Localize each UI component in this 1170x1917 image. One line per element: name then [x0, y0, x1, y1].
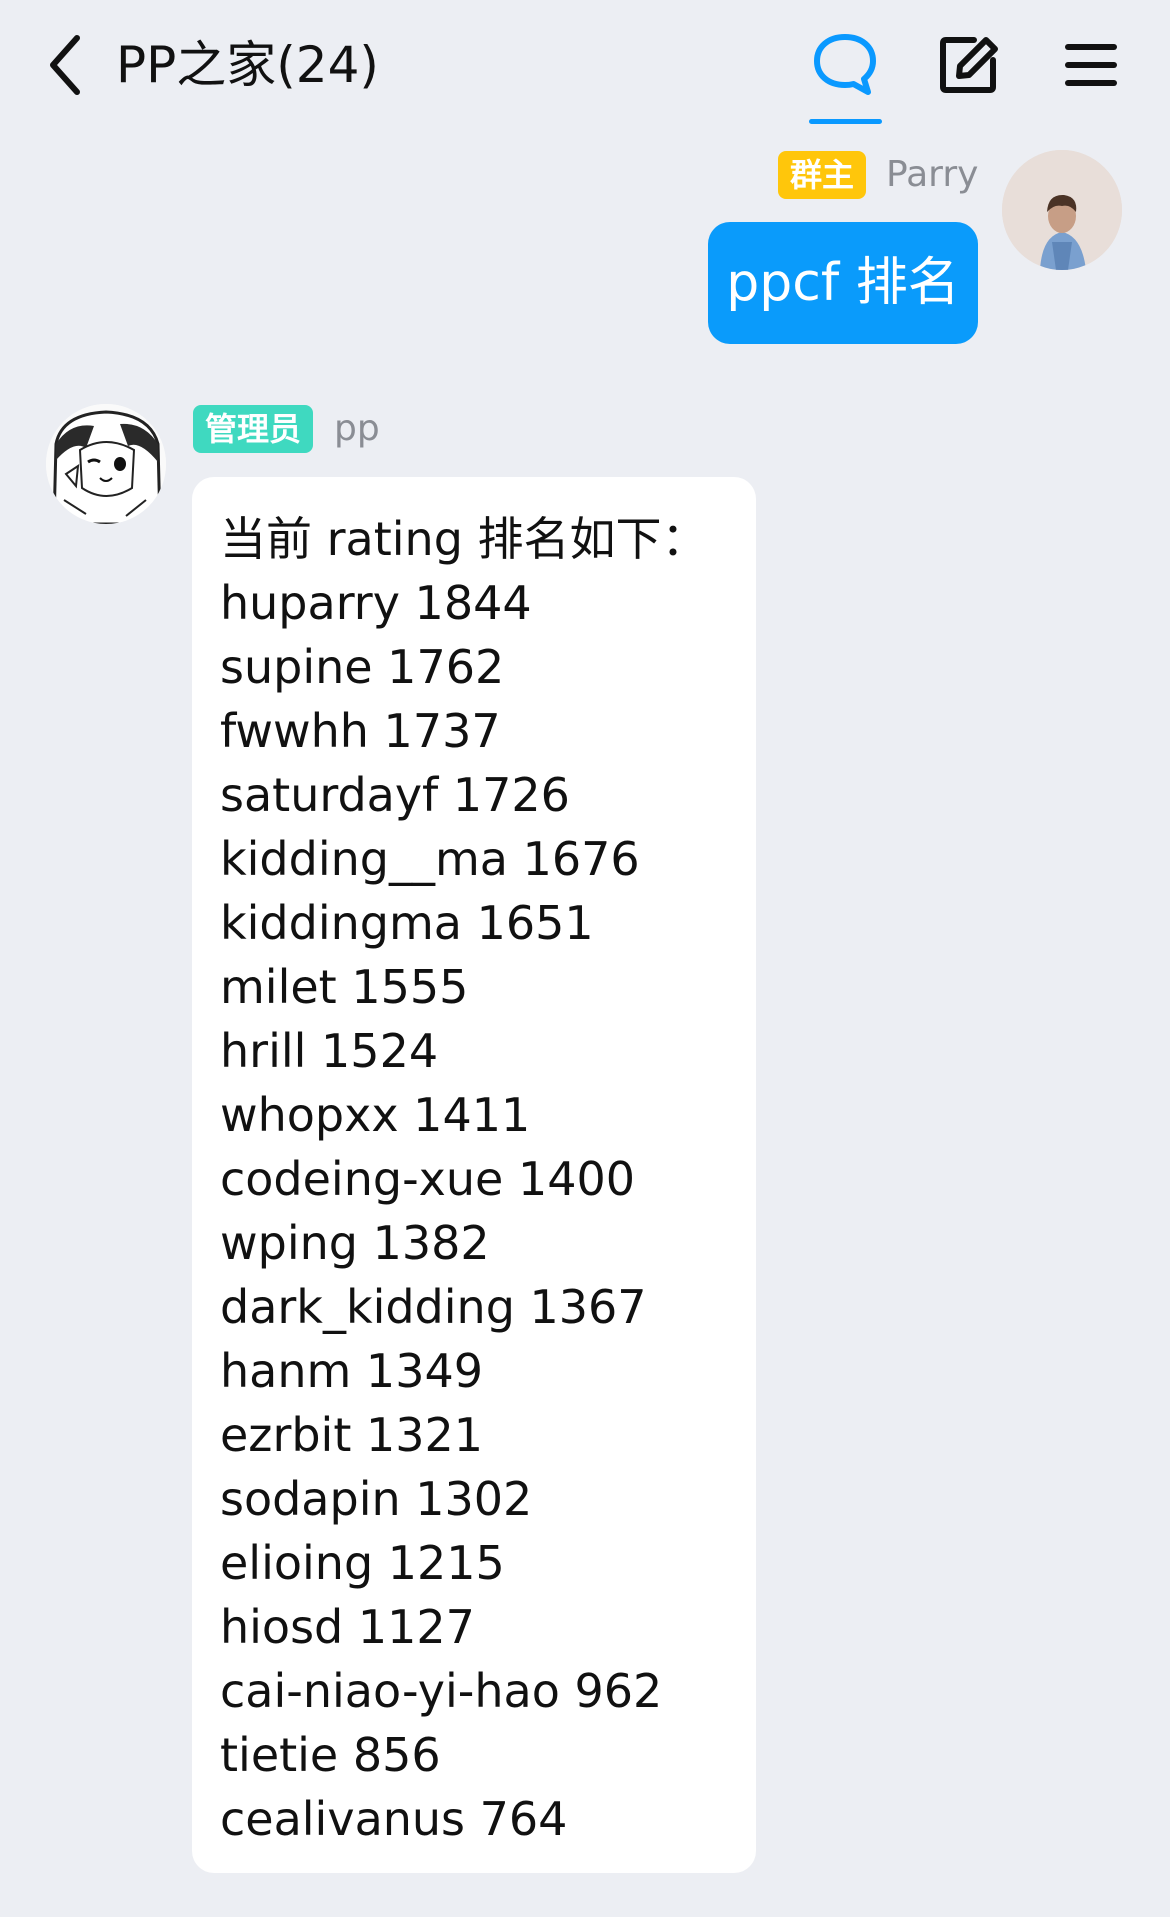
message-line: ezrbit 1321 [220, 1408, 484, 1462]
message-line: hrill 1524 [220, 1024, 439, 1078]
message-line: huparry 1844 [220, 576, 532, 630]
message-line: supine 1762 [220, 640, 505, 694]
message-line: elioing 1215 [220, 1536, 505, 1590]
sender-name[interactable]: Parry [886, 151, 978, 199]
avatar[interactable] [1002, 150, 1122, 270]
message-line: milet 1555 [220, 960, 469, 1014]
page-title: PP之家(24) [116, 36, 379, 94]
edit-icon [940, 37, 998, 93]
avatar-image [46, 404, 166, 524]
message-line: 当前 rating 排名如下： [220, 512, 708, 566]
avatar-image [1002, 150, 1122, 270]
message-line: hiosd 1127 [220, 1600, 475, 1654]
tab-chat[interactable] [810, 30, 880, 100]
message-line: kidding__ma 1676 [220, 832, 640, 886]
message-line: saturdayf 1726 [220, 768, 570, 822]
avatar[interactable] [46, 404, 166, 524]
message-line: hanm 1349 [220, 1344, 483, 1398]
message-line: cai-niao-yi-hao 962 [220, 1664, 663, 1718]
back-button[interactable] [40, 30, 90, 100]
message-line: cealivanus 764 [220, 1792, 568, 1846]
message-line: fwwhh 1737 [220, 704, 501, 758]
edit-button[interactable] [934, 30, 1004, 100]
sender-name[interactable]: pp [334, 405, 380, 453]
message-line: tietie 856 [220, 1728, 441, 1782]
top-bar: PP之家(24) [0, 0, 1170, 130]
active-tab-indicator [809, 119, 882, 124]
message-bubble-incoming[interactable]: 当前 rating 排名如下： huparry 1844 supine 1762… [192, 477, 756, 1873]
chat-bubble-icon [814, 34, 876, 95]
message-line: dark_kidding 1367 [220, 1280, 647, 1334]
message-line: sodapin 1302 [220, 1472, 533, 1526]
message-line: kiddingma 1651 [220, 896, 594, 950]
message-line: codeing-xue 1400 [220, 1152, 636, 1206]
message-line: wping 1382 [220, 1216, 490, 1270]
chevron-left-icon [50, 35, 80, 95]
owner-badge: 群主 [778, 151, 867, 199]
admin-badge: 管理员 [193, 405, 314, 453]
menu-button[interactable] [1056, 30, 1126, 100]
message-bubble-outgoing[interactable]: ppcf 排名 [708, 222, 978, 344]
menu-icon [1065, 44, 1117, 86]
message-line: whopxx 1411 [220, 1088, 531, 1142]
